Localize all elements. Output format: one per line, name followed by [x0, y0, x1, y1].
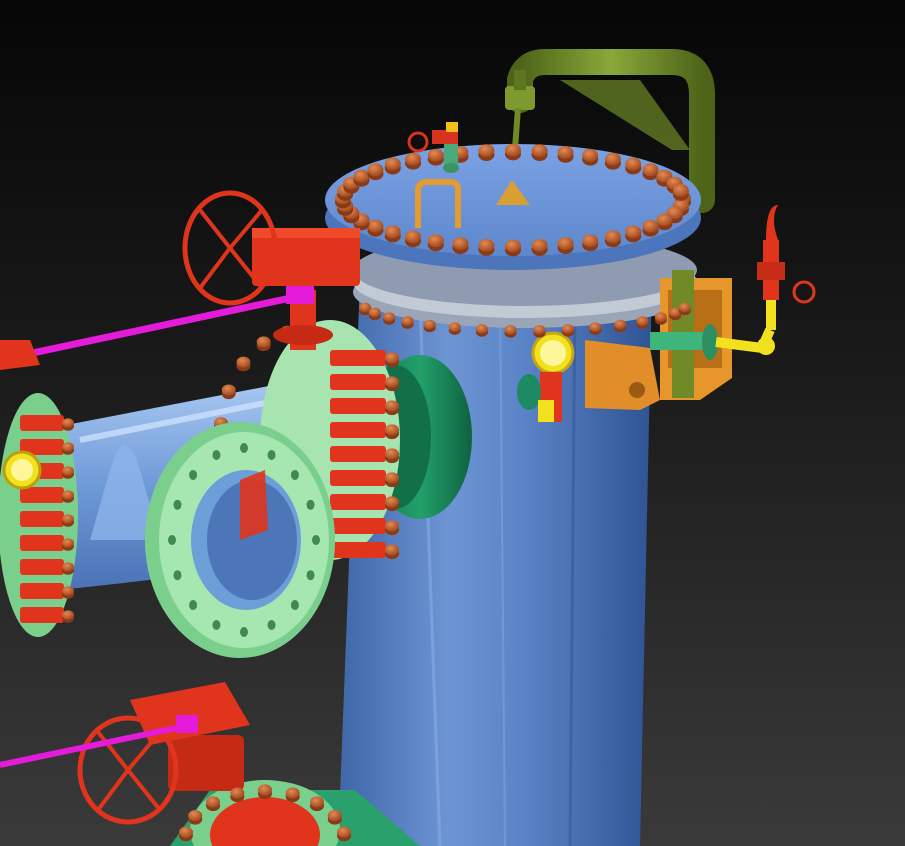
handwheel-icon[interactable]: [407, 131, 429, 153]
left-valve-segments: [20, 415, 74, 623]
left-flange-cluster[interactable]: [0, 393, 78, 637]
cad-viewport[interactable]: [0, 0, 905, 846]
handwheel-icon[interactable]: [792, 280, 816, 304]
pipeline-filter-scene: [0, 49, 816, 846]
front-flange[interactable]: [145, 422, 335, 658]
vessel-cover[interactable]: [325, 143, 701, 270]
gauge-face: [11, 459, 33, 481]
extension-stem-upper[interactable]: [0, 286, 314, 370]
safety-valve-icon[interactable]: [757, 205, 816, 330]
